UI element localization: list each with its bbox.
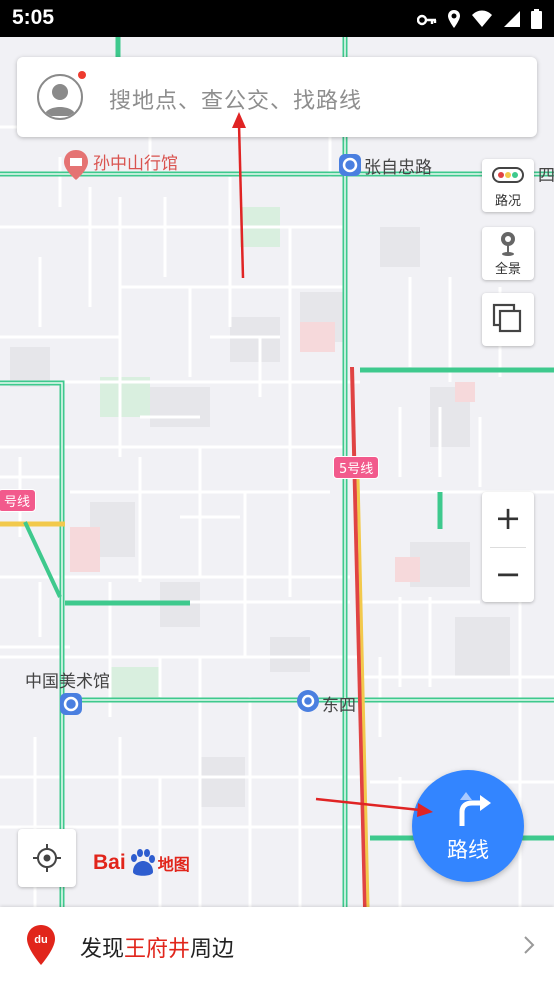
layers-button[interactable] <box>482 293 534 346</box>
metro-icon[interactable] <box>60 693 82 715</box>
user-icon <box>44 84 76 116</box>
nearby-discovery-bar[interactable]: du 发现王府井周边 <box>0 907 554 984</box>
metro-icon[interactable] <box>339 154 361 176</box>
svg-text:du: du <box>34 934 47 946</box>
notification-dot <box>78 71 86 79</box>
locate-button[interactable] <box>18 829 76 887</box>
baidu-paw-icon <box>127 848 157 878</box>
search-bar[interactable]: 搜地点、查公交、找路线 <box>17 57 537 137</box>
map-blocks <box>10 227 510 807</box>
du-pin-icon: du <box>27 925 55 965</box>
route-label: 路线 <box>447 838 489 862</box>
route-arrow-icon <box>459 792 491 826</box>
station-label-zhangzizhong[interactable]: 张自忠路 <box>364 153 432 178</box>
route-button[interactable]: 路线 <box>412 770 524 882</box>
nearby-discovery-text: 发现王府井周边 <box>80 931 234 963</box>
battery-icon <box>531 9 542 33</box>
zoom-out-button[interactable]: − <box>482 548 534 603</box>
road-label-si: 四 <box>538 166 554 186</box>
wifi-icon <box>471 10 493 32</box>
discovery-prefix: 发现 <box>80 937 125 962</box>
chevron-right-icon <box>524 936 535 954</box>
signal-icon <box>503 10 521 32</box>
location-icon <box>447 9 461 33</box>
discovery-place: 王府井 <box>124 937 191 962</box>
locate-icon <box>33 844 61 872</box>
panorama-button[interactable]: 全景 <box>482 227 534 280</box>
metro-line-badge-left[interactable]: 号线 <box>0 489 37 512</box>
search-input[interactable]: 搜地点、查公交、找路线 <box>109 83 362 115</box>
status-bar: 5:05 <box>0 0 554 37</box>
baidu-map-logo: Bai 地图 <box>93 848 190 878</box>
discovery-suffix: 周边 <box>190 937 235 962</box>
layers-icon <box>492 303 522 333</box>
status-icons <box>416 9 542 33</box>
station-label-dongsi[interactable]: 东四 <box>322 691 356 716</box>
poi-label-sun-yatsen[interactable]: 孙中山行馆 <box>93 149 178 174</box>
logo-text-bai: Bai <box>93 851 126 874</box>
key-icon <box>416 12 437 31</box>
status-time: 5:05 <box>12 6 55 29</box>
poi-label-art-museum[interactable]: 中国美术馆 <box>25 667 110 692</box>
traffic-label: 路况 <box>494 194 521 209</box>
metro-line-badge[interactable]: 5号线 <box>333 456 380 479</box>
traffic-light-icon <box>492 167 524 183</box>
traffic-button[interactable]: 路况 <box>482 159 534 212</box>
transfer-station-icon[interactable] <box>297 690 319 712</box>
zoom-control: + − <box>482 492 534 602</box>
panorama-label: 全景 <box>494 262 521 277</box>
logo-text-ditu: 地图 <box>157 855 190 874</box>
zoom-in-button[interactable]: + <box>482 492 534 547</box>
avatar[interactable] <box>37 74 83 120</box>
panorama-pin-icon <box>501 232 515 256</box>
